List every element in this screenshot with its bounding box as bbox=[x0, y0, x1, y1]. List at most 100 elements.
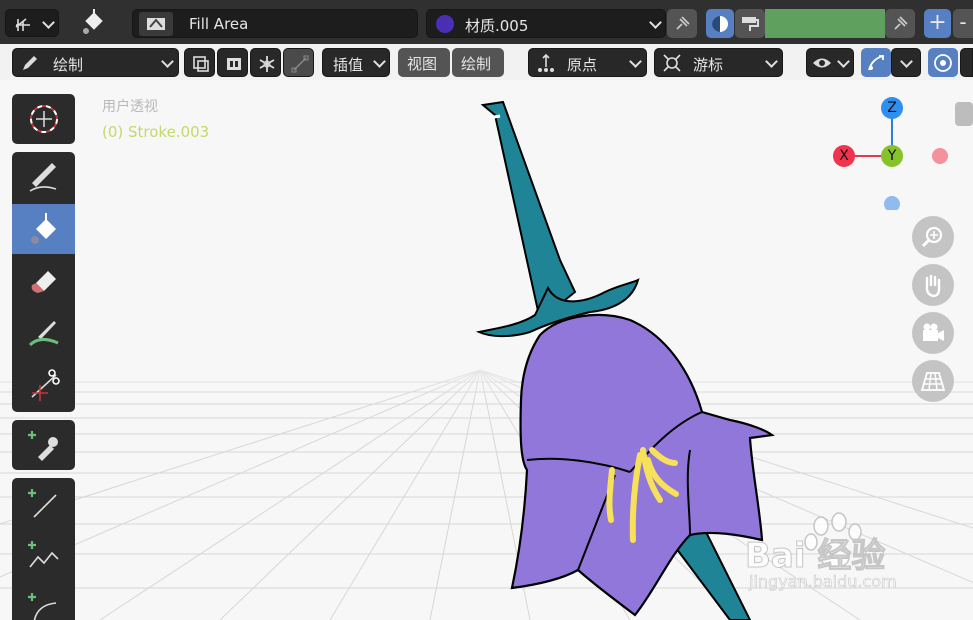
symmetry-button[interactable] bbox=[250, 48, 281, 77]
eraser-icon bbox=[26, 263, 62, 299]
mode-selector[interactable] bbox=[5, 9, 59, 37]
brush-selector[interactable]: Fill Area bbox=[132, 9, 418, 38]
draw-mode-dropdown[interactable]: 绘制 bbox=[12, 48, 179, 77]
view-menu[interactable]: 视图 bbox=[398, 48, 450, 77]
zoom-magnifier-icon bbox=[920, 224, 946, 250]
autokey-button[interactable] bbox=[217, 48, 248, 77]
cursor-tool-button[interactable] bbox=[12, 94, 75, 144]
origin-dropdown[interactable]: 原点 bbox=[528, 48, 647, 77]
camera-icon bbox=[920, 320, 946, 346]
pin-icon bbox=[667, 9, 697, 38]
chevron-down-icon bbox=[765, 55, 778, 68]
origin-point-icon bbox=[535, 52, 557, 74]
chevron-down-icon bbox=[629, 55, 642, 68]
watermark-url: jingyan.baidu.com bbox=[749, 572, 897, 592]
z-axis-handle[interactable]: Z bbox=[881, 97, 903, 119]
brush-preview-icon bbox=[139, 12, 173, 36]
grid-perspective-icon bbox=[920, 368, 946, 394]
polyline-icon bbox=[26, 537, 62, 573]
fill-tool-button[interactable] bbox=[12, 204, 75, 254]
3d-viewport[interactable]: 用户透视 (0) Stroke.003 Z X Y Bai 经验 jingyan… bbox=[0, 80, 973, 620]
paint-roller-icon bbox=[735, 9, 765, 38]
multiframe-button[interactable] bbox=[184, 48, 215, 77]
watermark-text: Bai 经验 bbox=[744, 536, 886, 577]
tint-tool-button[interactable] bbox=[12, 308, 75, 358]
3d-cursor-icon bbox=[12, 94, 75, 144]
snowflake-icon bbox=[251, 49, 282, 78]
multiframe-icon bbox=[185, 49, 216, 78]
material-color-swatch bbox=[436, 15, 454, 33]
cursor-crosshair-icon bbox=[661, 52, 683, 74]
draw-mode-label: 绘制 bbox=[53, 56, 84, 74]
pin-icon bbox=[885, 9, 915, 38]
chevron-down-icon bbox=[42, 16, 55, 29]
vertex-color-mode-button[interactable] bbox=[706, 9, 734, 38]
toolbar-group-draw bbox=[12, 152, 75, 412]
material-name: 材质.005 bbox=[465, 17, 529, 35]
draw-menu[interactable]: 绘制 bbox=[452, 48, 504, 77]
grease-pencil-mode-icon bbox=[12, 12, 36, 36]
pin-material-button[interactable] bbox=[667, 9, 697, 38]
cursor-dropdown[interactable]: 游标 bbox=[654, 48, 783, 77]
watermark: Bai 经验 jingyan.baidu.com bbox=[744, 510, 965, 600]
hand-icon bbox=[920, 272, 946, 298]
shading-sphere-icon bbox=[706, 9, 734, 38]
pencil-stroke-icon bbox=[26, 159, 62, 195]
view-perspective-label: 用户透视 bbox=[102, 99, 158, 115]
overlay-toggle-button[interactable] bbox=[928, 48, 958, 77]
viewport-scrollbar[interactable] bbox=[955, 102, 973, 126]
draw-tool-button[interactable] bbox=[12, 152, 75, 202]
curve-edit-button[interactable] bbox=[283, 48, 314, 77]
line-icon bbox=[26, 485, 62, 521]
pin-color-button[interactable] bbox=[885, 9, 915, 38]
gizmo-toggle-button[interactable] bbox=[861, 48, 891, 77]
gizmo-arrow-icon bbox=[861, 48, 891, 77]
origin-label: 原点 bbox=[567, 56, 598, 74]
chevron-down-icon bbox=[837, 55, 850, 68]
chevron-down-icon bbox=[373, 55, 386, 68]
tool-header-bar: 绘制 插值 视图 绘制 原点 游标 bbox=[0, 44, 973, 80]
toolbar-group-eyedropper bbox=[12, 420, 75, 470]
y-axis-handle[interactable]: Y bbox=[881, 145, 903, 167]
header-bar: Fill Area 材质.005 + - bbox=[0, 0, 973, 44]
fill-bucket-icon[interactable] bbox=[76, 5, 110, 39]
material-selector[interactable]: 材质.005 bbox=[426, 9, 666, 38]
camera-view-button[interactable] bbox=[912, 312, 954, 354]
chevron-down-icon bbox=[649, 16, 662, 29]
gizmo-dropdown[interactable] bbox=[891, 48, 921, 77]
scissors-icon bbox=[26, 367, 62, 403]
line-tool-button[interactable] bbox=[12, 478, 75, 528]
cutter-tool-button[interactable] bbox=[12, 360, 75, 410]
perspective-toggle-button[interactable] bbox=[912, 360, 954, 402]
chevron-down-icon bbox=[900, 55, 913, 68]
zoom-button[interactable] bbox=[912, 216, 954, 258]
remove-button[interactable]: - bbox=[953, 9, 973, 38]
draw-menu-label: 绘制 bbox=[461, 55, 492, 73]
eyedropper-tool-button[interactable] bbox=[12, 420, 75, 470]
curve-handles-icon bbox=[284, 49, 315, 78]
arc-tool-button[interactable] bbox=[12, 582, 75, 620]
overlay-dropdown[interactable] bbox=[960, 48, 973, 77]
toolbar-group-shapes bbox=[12, 478, 75, 620]
interpolate-dropdown[interactable]: 插值 bbox=[322, 48, 390, 77]
arc-icon bbox=[26, 589, 62, 620]
vertex-paint-button[interactable] bbox=[735, 9, 765, 38]
navigation-gizmo[interactable]: Z X Y bbox=[833, 90, 955, 210]
active-object-label: (0) Stroke.003 bbox=[102, 123, 210, 141]
overlay-circles-icon bbox=[928, 48, 958, 77]
film-record-icon bbox=[218, 49, 249, 78]
pencil-icon bbox=[19, 52, 41, 74]
vertex-color-swatch[interactable] bbox=[765, 9, 885, 38]
erase-tool-button[interactable] bbox=[12, 256, 75, 306]
x-axis-handle[interactable]: X bbox=[833, 145, 855, 167]
polyline-tool-button[interactable] bbox=[12, 530, 75, 580]
brush-name: Fill Area bbox=[189, 15, 249, 33]
pan-button[interactable] bbox=[912, 264, 954, 306]
add-button[interactable]: + bbox=[924, 9, 951, 38]
view-menu-label: 视图 bbox=[407, 55, 438, 73]
interpolate-label: 插值 bbox=[333, 56, 364, 74]
visibility-dropdown[interactable] bbox=[806, 48, 854, 77]
brush-tint-icon bbox=[26, 315, 62, 351]
eye-pointer-icon bbox=[810, 52, 834, 74]
fill-bucket-icon bbox=[26, 211, 62, 247]
